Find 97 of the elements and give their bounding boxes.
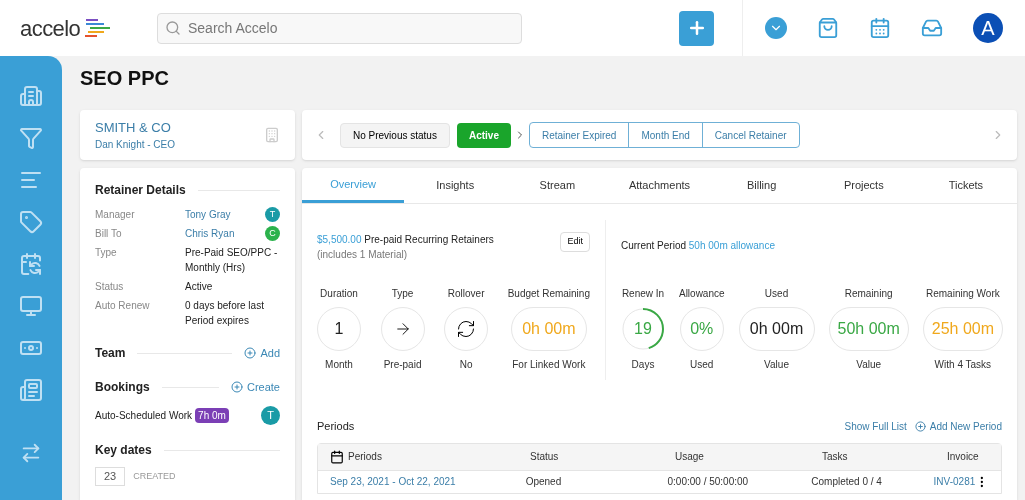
person-avatar: C — [265, 226, 280, 241]
retainer-title: $5,500.00 Pre-paid Recurring Retainers — [317, 233, 494, 247]
inbox-icon[interactable] — [921, 17, 943, 39]
page-title: SEO PPC — [80, 66, 170, 91]
person-avatar: T — [261, 406, 280, 425]
table-cell-text: Completed 0 / 4 — [811, 475, 883, 489]
rollover-icon — [456, 319, 477, 339]
retainer-note: (includes 1 Material) — [317, 248, 409, 262]
previous-status: No Previous status — [340, 122, 450, 148]
monitor-icon[interactable] — [19, 294, 43, 318]
tag-icon[interactable] — [19, 210, 43, 234]
stat-caption: Days — [631, 358, 655, 372]
field-value: Active — [185, 280, 214, 294]
calendar-icon[interactable] — [869, 17, 891, 39]
table-cell-text: Opened — [525, 475, 563, 489]
company-name[interactable]: SMITH & CO — [95, 117, 176, 138]
tab[interactable]: Projects — [812, 168, 915, 203]
add-period-link[interactable]: Add New Period — [914, 418, 1002, 434]
table-link[interactable]: INV-0281 — [933, 474, 976, 489]
stat-label: Rollover — [447, 287, 485, 301]
newspaper-icon[interactable] — [19, 378, 43, 402]
stat-label: Allowance — [678, 287, 725, 301]
expand-icon[interactable] — [20, 442, 42, 464]
field-label: Bill To — [95, 227, 123, 241]
periods-title: Periods — [317, 419, 355, 434]
add-icon — [230, 381, 243, 393]
column-header: Tasks — [822, 450, 848, 464]
column-header: Usage — [675, 450, 704, 464]
add-link[interactable]: Add — [244, 344, 280, 362]
stat-caption: No — [459, 358, 473, 372]
building-icon[interactable] — [19, 84, 43, 108]
date-label: CREATED — [133, 469, 176, 483]
person-link[interactable]: Chris Ryan — [185, 226, 265, 241]
stat-value: 19 — [633, 319, 653, 339]
tab[interactable]: Attachments — [608, 168, 711, 203]
calendar-icon[interactable] — [19, 252, 43, 276]
hours-badge: 7h 0m — [195, 408, 229, 423]
field-value: 0 days before last Period expires — [185, 299, 265, 328]
tab[interactable]: Overview — [302, 168, 405, 203]
logo: accelo — [20, 14, 81, 43]
field-label: Status — [95, 280, 125, 294]
search-field[interactable]: Search Accelo — [157, 12, 522, 44]
booking-name: Auto-Scheduled Work — [95, 409, 193, 423]
add-icon — [244, 347, 257, 359]
stat-caption: Value — [856, 358, 882, 372]
period-title: Current Period 50h 00m allowance — [621, 240, 775, 251]
add-icon — [914, 420, 926, 432]
stat-caption: Month — [325, 358, 353, 372]
add-link[interactable]: Create — [230, 378, 280, 396]
field-label: Manager — [95, 208, 136, 222]
contact-name[interactable]: Dan Knight - CEO — [95, 137, 176, 153]
column-header: Periods — [348, 450, 382, 464]
edit-button[interactable]: Edit — [560, 232, 590, 252]
stat-label: Remaining — [844, 287, 893, 301]
status-option[interactable]: Retainer Expired — [529, 123, 629, 147]
tab[interactable]: Stream — [506, 168, 609, 203]
table-link[interactable]: Sep 23, 2021 - Oct 22, 2021 — [330, 474, 526, 489]
user-avatar[interactable]: A — [973, 13, 1003, 43]
stat-caption: For Linked Work — [512, 358, 586, 372]
section-title: Team — [95, 345, 126, 362]
stat-label: Type — [391, 287, 414, 301]
section-title: Bookings — [95, 379, 150, 396]
table-cell-text: 0:00:00 / 50:00:00 — [667, 475, 750, 489]
funnel-icon[interactable] — [19, 126, 43, 150]
stat-label: Budget Remaining — [507, 287, 590, 301]
column-header: Status — [530, 450, 559, 464]
column-header: Invoice — [947, 450, 979, 464]
field-label: Type — [95, 246, 118, 260]
stat-label: Duration — [320, 287, 358, 301]
field-label: Auto Renew — [95, 299, 151, 313]
stat-caption: With 4 Tasks — [934, 358, 992, 372]
current-status[interactable]: Active — [456, 122, 511, 148]
bag-icon[interactable] — [817, 17, 839, 39]
stat-caption: Pre-paid — [383, 358, 422, 372]
status-option[interactable]: Cancel Retainer — [701, 123, 799, 147]
stat-label: Used — [764, 287, 789, 301]
date-day: 23 — [95, 467, 126, 486]
status-option[interactable]: Month End — [628, 123, 702, 147]
add-button[interactable] — [679, 10, 714, 46]
section-title: Key dates — [95, 442, 152, 459]
stat-caption: Value — [764, 358, 789, 372]
field-value: Pre-Paid SEO/PPC - Monthly (Hrs) — [185, 246, 279, 275]
building-icon — [264, 127, 280, 143]
calendar-icon — [330, 449, 344, 464]
person-avatar: T — [265, 207, 280, 222]
stat-label: Remaining Work — [926, 287, 1000, 301]
stat-caption: Used — [690, 358, 714, 372]
tab[interactable]: Tickets — [914, 168, 1017, 203]
section-title: Retainer Details — [95, 182, 186, 199]
search-icon — [165, 19, 181, 36]
logo-mark-icon — [84, 18, 111, 38]
tab[interactable]: Billing — [710, 168, 813, 203]
show-list-link[interactable]: Show Full List — [844, 418, 907, 434]
person-link[interactable]: Tony Gray — [185, 207, 265, 222]
stat-label: Renew In — [621, 287, 665, 301]
timer-button[interactable] — [765, 17, 787, 39]
tab[interactable]: Insights — [404, 168, 507, 203]
